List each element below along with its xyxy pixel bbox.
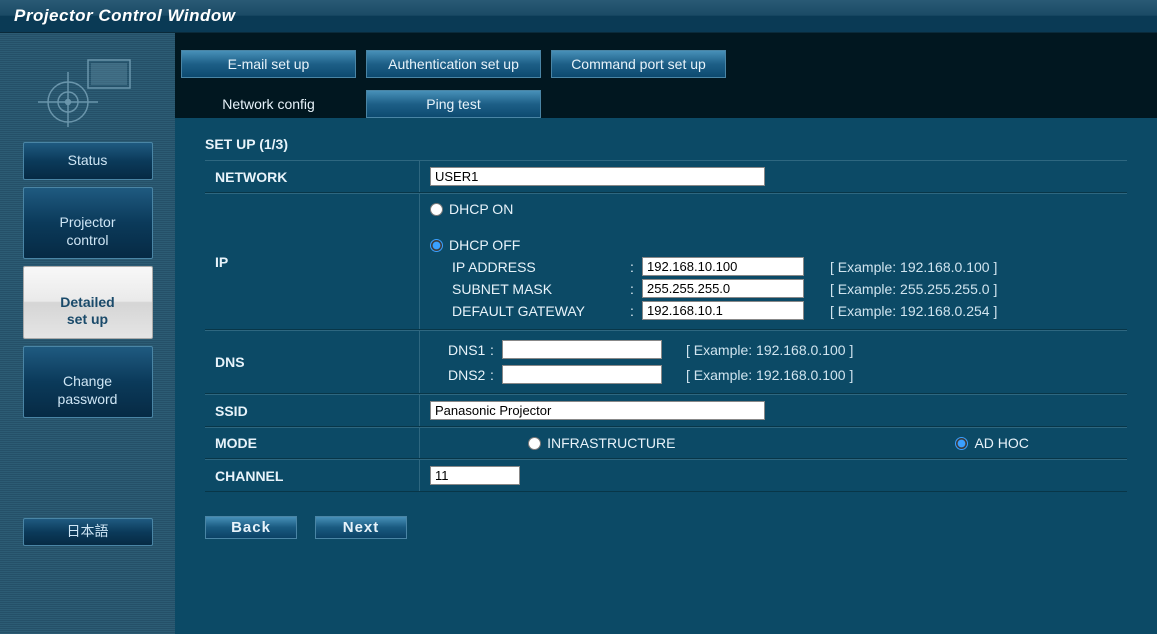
mode-adhoc-radio[interactable] bbox=[955, 437, 968, 450]
section-title: SET UP (1/3) bbox=[205, 136, 1127, 152]
tab-bar: E-mail set up Authentication set up Comm… bbox=[175, 33, 1157, 118]
sidebar-item-detailed-setup[interactable]: Detailed set up bbox=[23, 266, 153, 339]
back-button[interactable]: Back bbox=[205, 516, 297, 539]
main-layout: Status Projector control Detailed set up… bbox=[0, 33, 1157, 634]
tab-command-port-setup[interactable]: Command port set up bbox=[551, 50, 726, 78]
tab-authentication-setup[interactable]: Authentication set up bbox=[366, 50, 541, 78]
dns1-label: DNS1 bbox=[430, 342, 490, 358]
colon: : bbox=[626, 281, 638, 297]
row-dns: DNS DNS1 : [ Example: 192.168.0.100 ] DN… bbox=[205, 330, 1127, 394]
label-channel: CHANNEL bbox=[205, 460, 420, 491]
label-dns: DNS bbox=[205, 331, 420, 393]
language-button[interactable]: 日本語 bbox=[23, 518, 153, 546]
default-gateway-label: DEFAULT GATEWAY bbox=[452, 303, 622, 319]
sidebar: Status Projector control Detailed set up… bbox=[0, 33, 175, 634]
dhcp-off-radio[interactable] bbox=[430, 239, 443, 252]
colon: : bbox=[490, 367, 502, 383]
title-bar: Projector Control Window bbox=[0, 0, 1157, 33]
tab-label: Network config bbox=[222, 96, 315, 112]
tab-network-config[interactable]: Network config bbox=[181, 90, 356, 118]
label-network: NETWORK bbox=[205, 161, 420, 192]
button-bar: Back Next bbox=[205, 516, 1127, 539]
dhcp-on-option[interactable]: DHCP ON bbox=[430, 201, 1117, 217]
language-label: 日本語 bbox=[67, 523, 109, 539]
dhcp-on-label: DHCP ON bbox=[449, 201, 513, 217]
label-ip: IP bbox=[205, 194, 420, 329]
sidebar-item-status[interactable]: Status bbox=[23, 142, 153, 180]
dns1-input[interactable] bbox=[502, 340, 662, 359]
mode-infrastructure-label: INFRASTRUCTURE bbox=[547, 435, 675, 451]
tab-label: Ping test bbox=[426, 96, 480, 112]
tab-label: Authentication set up bbox=[388, 56, 519, 72]
row-channel: CHANNEL bbox=[205, 459, 1127, 492]
tab-label: E-mail set up bbox=[228, 56, 310, 72]
target-logo-icon bbox=[33, 52, 143, 127]
row-mode: MODE INFRASTRUCTURE AD HOC bbox=[205, 427, 1127, 459]
mode-adhoc-option[interactable]: AD HOC bbox=[955, 435, 1028, 451]
mode-adhoc-label: AD HOC bbox=[974, 435, 1028, 451]
dhcp-off-option[interactable]: DHCP OFF bbox=[430, 237, 1117, 253]
ip-address-example: [ Example: 192.168.0.100 ] bbox=[830, 259, 997, 275]
row-ssid: SSID bbox=[205, 394, 1127, 427]
dhcp-on-radio[interactable] bbox=[430, 203, 443, 216]
subnet-mask-label: SUBNET MASK bbox=[452, 281, 622, 297]
form-panel: SET UP (1/3) NETWORK IP DHCP ON bbox=[175, 118, 1157, 549]
label-mode: MODE bbox=[205, 428, 420, 458]
channel-input[interactable] bbox=[430, 466, 520, 485]
mode-infrastructure-radio[interactable] bbox=[528, 437, 541, 450]
sidebar-item-label: Projector control bbox=[59, 214, 115, 248]
dhcp-off-label: DHCP OFF bbox=[449, 237, 520, 253]
window-title: Projector Control Window bbox=[14, 6, 236, 26]
tab-label: Command port set up bbox=[571, 56, 706, 72]
default-gateway-input[interactable] bbox=[642, 301, 804, 320]
dns1-example: [ Example: 192.168.0.100 ] bbox=[686, 342, 853, 358]
sidebar-item-label: Detailed set up bbox=[60, 294, 114, 328]
row-ip: IP DHCP ON DHCP OFF IP ADDRESS : bbox=[205, 193, 1127, 330]
next-button-label: Next bbox=[343, 519, 380, 536]
subnet-mask-input[interactable] bbox=[642, 279, 804, 298]
logo bbox=[0, 43, 175, 135]
sidebar-item-change-password[interactable]: Change password bbox=[23, 346, 153, 419]
dns2-input[interactable] bbox=[502, 365, 662, 384]
mode-infrastructure-option[interactable]: INFRASTRUCTURE bbox=[528, 435, 675, 451]
ip-address-input[interactable] bbox=[642, 257, 804, 276]
colon: : bbox=[626, 259, 638, 275]
network-input[interactable] bbox=[430, 167, 765, 186]
tab-ping-test[interactable]: Ping test bbox=[366, 90, 541, 118]
subnet-mask-example: [ Example: 255.255.255.0 ] bbox=[830, 281, 997, 297]
sidebar-item-label: Status bbox=[68, 152, 108, 168]
colon: : bbox=[490, 342, 502, 358]
label-ssid: SSID bbox=[205, 395, 420, 426]
ip-address-label: IP ADDRESS bbox=[452, 259, 622, 275]
row-network: NETWORK bbox=[205, 160, 1127, 193]
back-button-label: Back bbox=[231, 519, 271, 536]
sidebar-item-projector-control[interactable]: Projector control bbox=[23, 187, 153, 260]
ssid-input[interactable] bbox=[430, 401, 765, 420]
next-button[interactable]: Next bbox=[315, 516, 407, 539]
default-gateway-example: [ Example: 192.168.0.254 ] bbox=[830, 303, 997, 319]
colon: : bbox=[626, 303, 638, 319]
dns2-example: [ Example: 192.168.0.100 ] bbox=[686, 367, 853, 383]
content-area: E-mail set up Authentication set up Comm… bbox=[175, 33, 1157, 634]
dns2-label: DNS2 bbox=[430, 367, 490, 383]
sidebar-item-label: Change password bbox=[58, 373, 118, 407]
tab-email-setup[interactable]: E-mail set up bbox=[181, 50, 356, 78]
